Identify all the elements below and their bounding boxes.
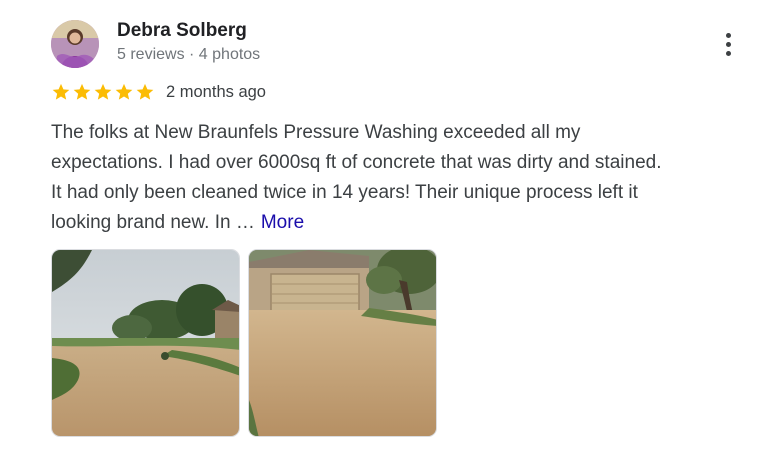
more-vert-icon [725,32,731,38]
review-photo-2[interactable] [248,249,437,437]
star-icon [136,83,154,100]
review-line-last: looking brand new. In … More [51,208,751,238]
review-line: expectations. I had over 6000sq ft of co… [51,152,662,173]
more-link[interactable]: More [261,212,304,233]
review-line: The folks at New Braunfels Pressure Wash… [51,122,581,143]
more-options-button[interactable] [714,28,742,60]
review-photo-1[interactable] [51,249,240,437]
star-icon [73,83,91,100]
star-icon [115,83,133,100]
review-date: 2 months ago [166,82,266,101]
rating-row: 2 months ago [51,81,266,103]
reviewer-name[interactable]: Debra Solberg [117,20,247,42]
review-text: The folks at New Braunfels Pressure Wash… [51,118,751,238]
photo-driveway-trees-icon [52,250,239,436]
star-icon [52,83,70,100]
star-icon [94,83,112,100]
reviewer-avatar[interactable] [51,20,99,68]
photo-driveway-garage-icon [249,250,436,436]
review-line-truncated: looking brand new. In … [51,212,255,233]
review-line: It had only been cleaned twice in 14 yea… [51,182,638,203]
reviewer-meta: 5 reviews · 4 photos [117,46,261,63]
star-rating [51,82,155,102]
